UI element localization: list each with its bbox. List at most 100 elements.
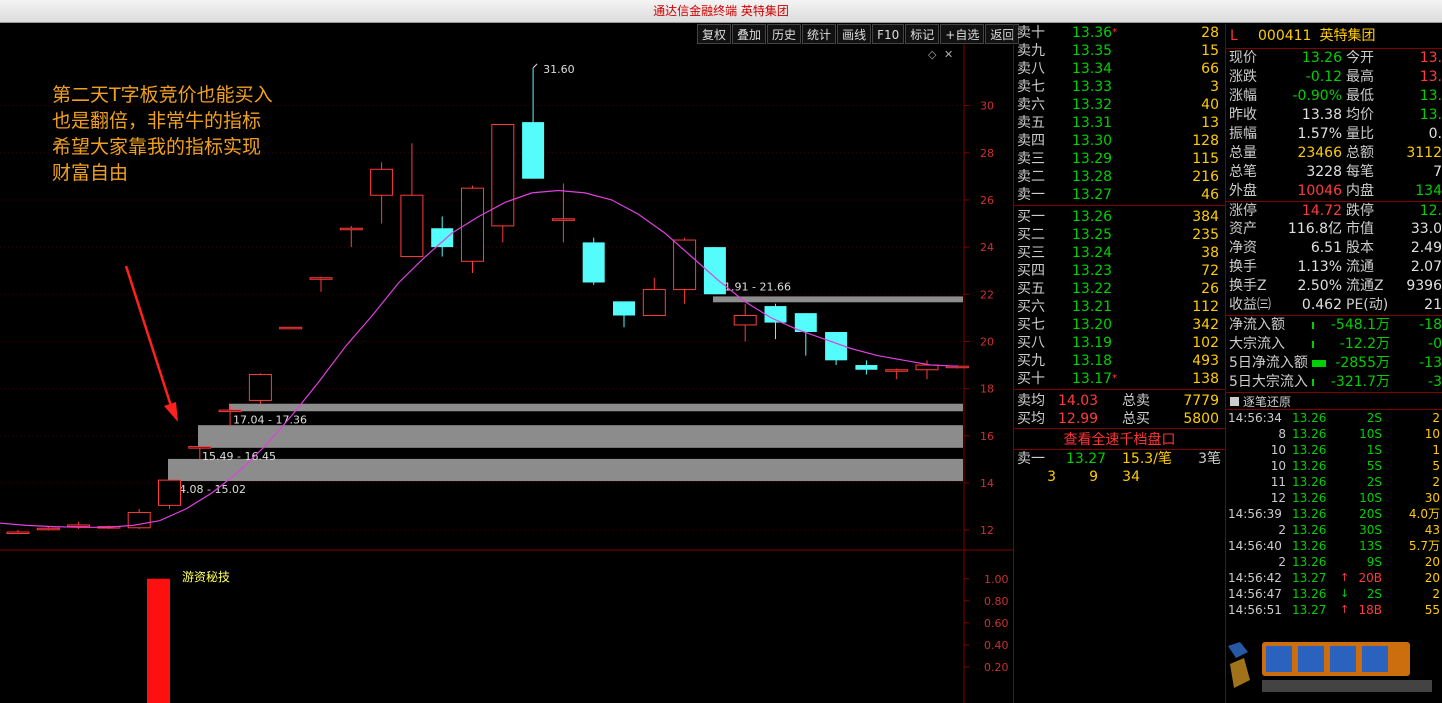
ask-row[interactable]: 卖十 13.36 * 28: [1014, 24, 1225, 42]
ask-row[interactable]: 卖四 13.30 128: [1014, 132, 1225, 150]
quote-row: 振幅 1.57% 量比 0.: [1226, 125, 1442, 144]
toolbar-button[interactable]: 画线: [837, 24, 872, 44]
ask-row[interactable]: 卖二 13.28 216: [1014, 168, 1225, 186]
tick-list[interactable]: 14:56:34 13.26 2S 2 8 13.26 10S 10 10 13.26 1S 1 10 1…: [1226, 410, 1442, 618]
level-price-wrap: 13.26: [1072, 208, 1152, 226]
quote-label: 内盘: [1346, 183, 1374, 199]
toolbar-button[interactable]: F10: [872, 24, 905, 44]
quote-label: PE(动): [1346, 297, 1389, 313]
toolbar-button[interactable]: 叠加: [732, 24, 767, 44]
gap-label: 15.49 - 16.45: [202, 450, 276, 463]
level-price-wrap: 13.36 *: [1072, 24, 1152, 42]
bid-row[interactable]: 买十 13.17 * 138: [1014, 370, 1225, 388]
tick-time: 11: [1270, 475, 1286, 489]
candle-body: [885, 369, 909, 372]
toolbar-button[interactable]: +自选: [940, 24, 985, 44]
bid-row[interactable]: 买九 13.18 493: [1014, 352, 1225, 370]
bid-row[interactable]: 买三 13.24 38: [1014, 244, 1225, 262]
tick-count: 20: [1424, 571, 1440, 585]
tick-row: 14:56:34 13.26 2S 2: [1226, 410, 1442, 426]
orderbook-panel: 卖十 13.36 * 28 卖九 13.35 15 卖八 13.34 66 卖七 13.33 3 卖六 13…: [1013, 24, 1225, 703]
ask-row[interactable]: 卖八 13.34 66: [1014, 60, 1225, 78]
toolbar-button[interactable]: 统计: [802, 24, 837, 44]
quote-value: 134: [1415, 183, 1442, 199]
level-label: 卖三: [1017, 151, 1045, 167]
avg-sell-price: 14.03: [1058, 393, 1099, 409]
quote-value: 13.: [1419, 50, 1442, 66]
tick-list-title[interactable]: 逐笔还原: [1226, 392, 1442, 410]
y-tick-label: 12: [980, 524, 994, 537]
tick-time: 12: [1270, 491, 1286, 505]
quote-label: 总笔: [1229, 164, 1257, 180]
tick-volume: 18B: [1358, 603, 1382, 617]
tick-row: 8 13.26 10S 10: [1226, 426, 1442, 442]
toolbar-button[interactable]: 复权: [697, 24, 732, 44]
arrow-head-icon: [164, 402, 178, 422]
bid-row[interactable]: 买四 13.23 72: [1014, 262, 1225, 280]
toolbar-button[interactable]: 历史: [767, 24, 802, 44]
level-label: 买六: [1017, 299, 1045, 315]
arrow-up-icon: ↑: [1340, 603, 1350, 616]
level-qty: 28: [1201, 25, 1219, 41]
ask-row[interactable]: 卖九 13.35 15: [1014, 42, 1225, 60]
order-queue: 3 9 34: [1014, 468, 1225, 486]
bid-row[interactable]: 买二 13.25 235: [1014, 226, 1225, 244]
peak-marker: [532, 63, 538, 69]
bid-row[interactable]: 买七 13.20 342: [1014, 316, 1225, 334]
tick-count: 2: [1432, 411, 1440, 425]
y-tick-label: 26: [980, 194, 994, 207]
peak-label: 31.60: [543, 63, 575, 76]
indicator-label: 游资秘技: [182, 570, 230, 584]
toolbar-button[interactable]: 标记: [905, 24, 940, 44]
tick-count: 2: [1432, 587, 1440, 601]
sell1-price: 13.27: [1066, 451, 1107, 467]
bid-row[interactable]: 买八 13.19 102: [1014, 334, 1225, 352]
level-price-wrap: 13.17 *: [1072, 370, 1152, 388]
tick-volume: 5S: [1366, 459, 1382, 473]
level-qty: 15: [1201, 43, 1219, 59]
level-label: 买十: [1017, 371, 1045, 387]
ask-row[interactable]: 卖五 13.31 13: [1014, 114, 1225, 132]
flow-label: 5日大宗流入: [1229, 374, 1308, 390]
quote-row: 总笔 3228 每笔 7: [1226, 163, 1442, 182]
level-price: 13.30: [1072, 133, 1113, 149]
bid-row[interactable]: 买六 13.21 112: [1014, 298, 1225, 316]
annotation-line: 希望大家靠我的指标实现: [52, 136, 262, 158]
level-price: 13.34: [1072, 61, 1113, 77]
watermark-logo-icon: [1228, 642, 1432, 692]
level-label: 买四: [1017, 263, 1045, 279]
tick-price: 13.27: [1292, 603, 1327, 617]
candle-body: [491, 123, 515, 227]
ask-row[interactable]: 卖一 13.27 46: [1014, 186, 1225, 204]
gap-zone: [229, 403, 963, 412]
ask-row[interactable]: 卖三 13.29 115: [1014, 150, 1225, 168]
gap-zone: [198, 425, 963, 448]
tick-count: 30: [1424, 491, 1440, 505]
ask-row[interactable]: 卖七 13.33 3: [1014, 78, 1225, 96]
level-qty: 384: [1192, 209, 1219, 225]
level-qty: 3: [1210, 79, 1219, 95]
tick-volume: 2S: [1366, 475, 1382, 489]
quote-row: 收益㈢ 0.462 PE(动) 21: [1226, 296, 1442, 315]
bid-row[interactable]: 买一 13.26 384: [1014, 208, 1225, 226]
level-price-wrap: 13.30: [1072, 132, 1152, 150]
level-price: 13.35: [1072, 43, 1113, 59]
y-tick-label: 22: [980, 288, 994, 301]
tick-price: 13.26: [1292, 555, 1327, 569]
arrow-down-icon: [1340, 522, 1354, 538]
candle-body: [733, 315, 757, 326]
flow-value-2: -18: [1419, 317, 1442, 333]
tick-price: 13.26: [1292, 411, 1327, 425]
arrow-down-icon: [1340, 442, 1354, 458]
quote-rows: 现价 13.26 今开 13. 涨跌 -0.12 最高 13. 涨幅 -0.90% 最低 13. 昨收 1…: [1226, 49, 1442, 315]
annotation-line: 第二天T字板竞价也能买入: [52, 84, 273, 106]
level-label: 卖一: [1017, 187, 1045, 203]
tick-row: 14:56:42 13.27 ↑ 20B 20: [1226, 570, 1442, 586]
bid-row[interactable]: 买五 13.22 26: [1014, 280, 1225, 298]
tick-count: 1: [1432, 443, 1440, 457]
indicator-tick-label: 0.40: [984, 639, 1009, 652]
full-depth-link[interactable]: 查看全速千档盘口: [1014, 428, 1225, 450]
window-title: 通达信金融终端 英特集团: [0, 0, 1442, 23]
ask-row[interactable]: 卖六 13.32 40: [1014, 96, 1225, 114]
stock-code: 000411: [1258, 28, 1312, 44]
